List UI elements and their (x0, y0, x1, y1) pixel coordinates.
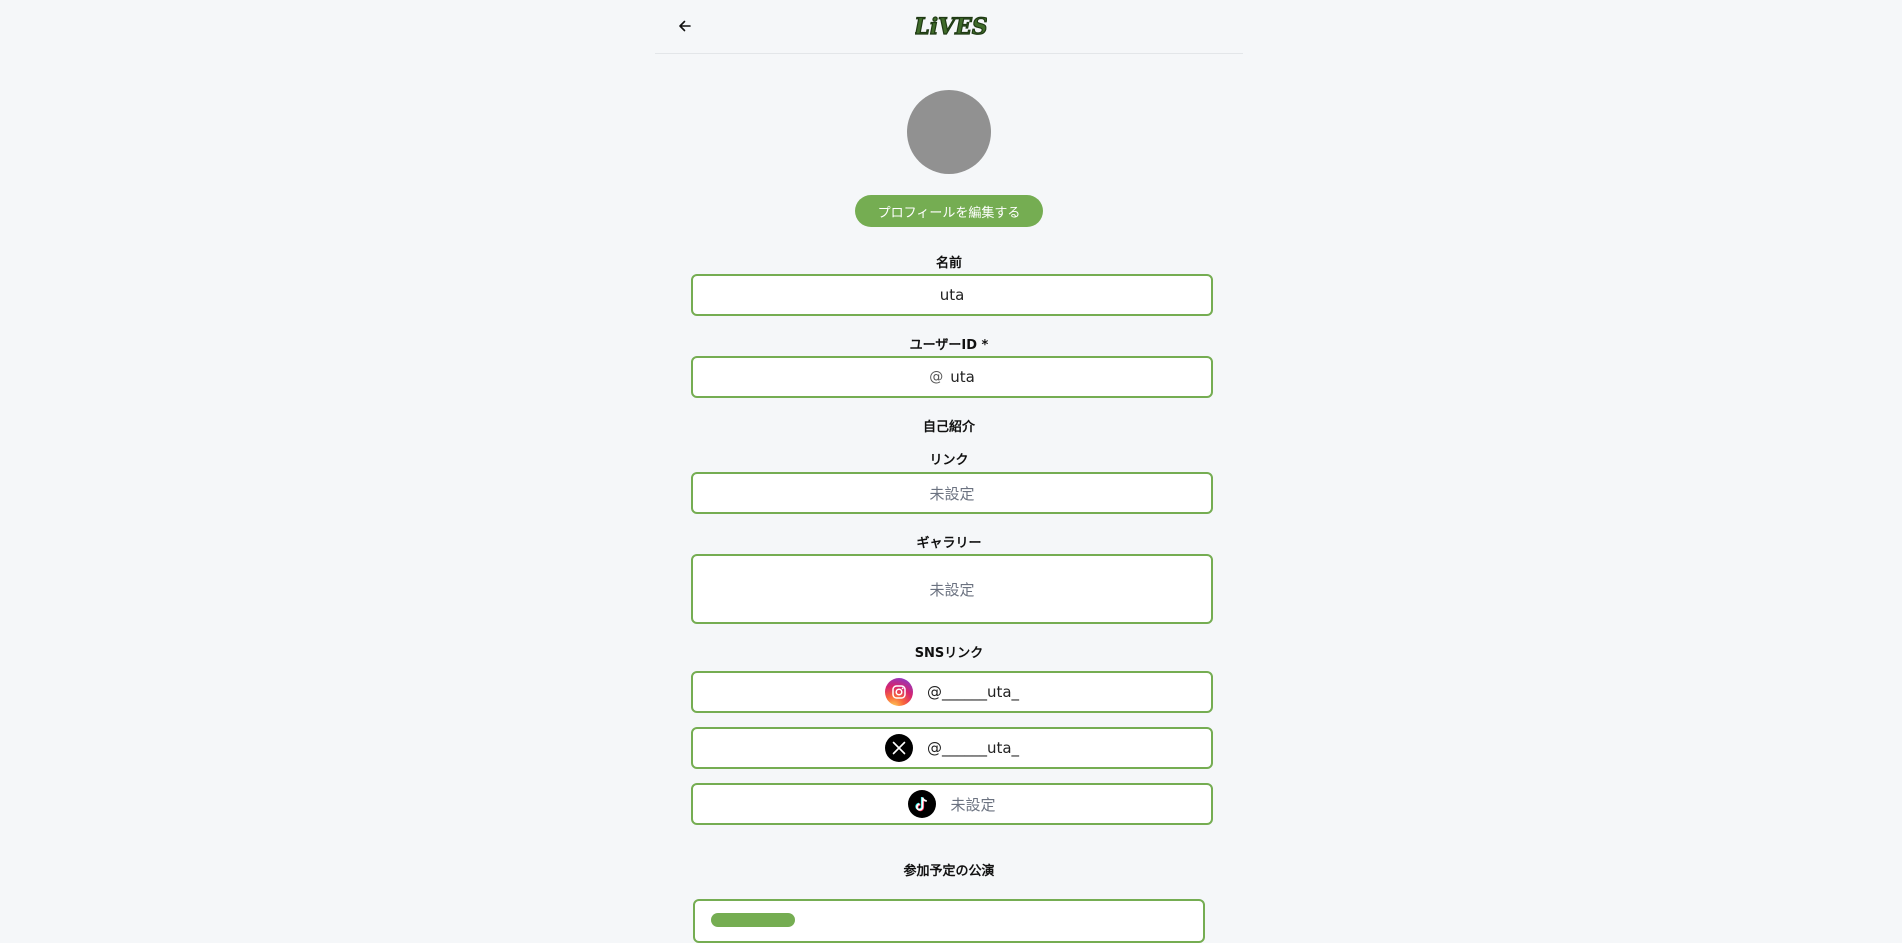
event-badge (711, 913, 795, 927)
sns-x-field[interactable]: @______uta_ (691, 727, 1213, 769)
name-field[interactable]: uta (691, 274, 1213, 316)
sns-instagram-field[interactable]: @______uta_ (691, 671, 1213, 713)
sns-tiktok-field[interactable]: 未設定 (691, 783, 1213, 825)
x-icon (884, 734, 913, 762)
tiktok-handle: 未設定 (950, 795, 996, 814)
gallery-placeholder: 未設定 (929, 580, 975, 599)
instagram-icon (884, 678, 913, 706)
back-button[interactable] (673, 14, 697, 38)
profile-edit-screen: LiVES プロフィールを編集する 名前 uta ユーザーID * @ uta … (655, 0, 1243, 943)
gallery-label: ギャラリー (916, 536, 982, 551)
user-id-field[interactable]: @ uta (691, 356, 1213, 398)
edit-profile-button[interactable]: プロフィールを編集する (855, 195, 1043, 227)
arrow-left-icon (679, 20, 691, 32)
user-id-label: ユーザーID * (909, 338, 989, 353)
events-label: 参加予定の公演 (903, 864, 995, 879)
app-logo[interactable]: LiVES (915, 10, 987, 42)
svg-text:LiVES: LiVES (915, 14, 987, 40)
link-label: リンク (929, 453, 969, 468)
logo-wordmark: LiVES (915, 13, 987, 40)
gallery-field[interactable]: 未設定 (691, 554, 1213, 624)
avatar[interactable] (907, 90, 991, 174)
event-card[interactable] (693, 899, 1205, 943)
tiktok-icon (908, 790, 937, 818)
x-handle: @______uta_ (926, 739, 1020, 757)
top-bar: LiVES (655, 0, 1243, 54)
bio-label: 自己紹介 (922, 420, 975, 435)
name-label: 名前 (935, 256, 962, 271)
user-id-value: uta (950, 368, 975, 386)
at-prefix: @ (929, 369, 944, 385)
sns-label: SNSリンク (914, 646, 984, 661)
link-field[interactable]: 未設定 (691, 472, 1213, 514)
instagram-handle: @______uta_ (926, 683, 1020, 701)
name-value: uta (939, 286, 965, 304)
link-placeholder: 未設定 (929, 484, 975, 503)
